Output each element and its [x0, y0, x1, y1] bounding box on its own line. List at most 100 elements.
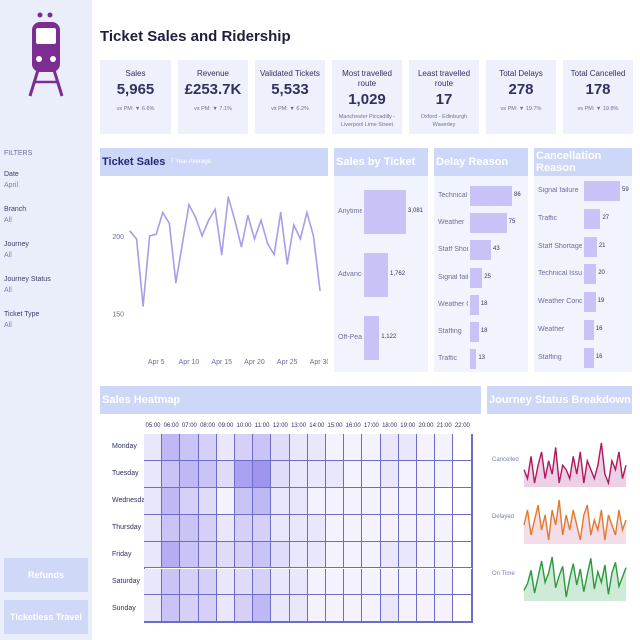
heatmap-cell	[453, 541, 472, 569]
kpi-validated-change: vs PM: ▼ 6.2%	[271, 106, 309, 112]
heatmap-cell	[326, 595, 345, 623]
heatmap-cell	[380, 595, 399, 623]
heatmap-cell	[417, 541, 436, 569]
heatmap-cell	[235, 487, 254, 515]
bar-label: Signal failu..	[438, 273, 468, 281]
heatmap-cell	[435, 595, 454, 623]
sales-point	[312, 235, 315, 237]
x-tick-label: Apr 10	[179, 359, 200, 366]
kpi-least-label: Least travelled route	[417, 69, 471, 88]
sales-point	[214, 208, 216, 211]
bar-value: 1,122	[381, 334, 397, 340]
heatmap-cell	[435, 541, 454, 569]
page-title: Ticket Sales and Ridership	[100, 28, 291, 45]
heatmap-cell	[453, 434, 472, 461]
heatmap-cell	[216, 434, 235, 461]
bar	[470, 322, 479, 342]
heatmap-cell	[289, 434, 308, 461]
kpi-cancelled-label: Total Cancelled	[570, 69, 626, 78]
heatmap-cell	[144, 568, 163, 596]
bar	[470, 186, 512, 206]
kpi-total-cancelled: Total Cancelled 178 vs PM: ▼ 19.8%	[563, 60, 633, 134]
bar	[584, 208, 601, 229]
kpi-most-travelled: Most travelled route 1,029 Manchester Pi…	[332, 60, 402, 134]
sales-by-ticket-panel: Sales by Ticket Anytime 3,081 Advanced 1,76…	[334, 148, 428, 372]
sales-point	[188, 203, 190, 206]
sales-point	[227, 196, 230, 198]
sales-point	[292, 224, 295, 226]
heatmap-hour-label: 08:00	[200, 423, 216, 429]
filter-date[interactable]: Date April	[4, 171, 88, 189]
x-tick-label: Apr 30	[310, 359, 328, 366]
heatmap-cell	[180, 568, 199, 596]
heatmap-cell	[344, 434, 363, 461]
sales-point	[155, 233, 158, 236]
filter-journey-value[interactable]: All	[4, 252, 88, 259]
bar-label: Weather	[438, 219, 465, 227]
sales-point	[234, 219, 236, 222]
bar	[470, 267, 483, 288]
bar-label: Traffic	[538, 214, 558, 222]
heatmap-cell	[307, 595, 326, 623]
heatmap-cell	[326, 487, 345, 515]
filter-date-label: Date	[4, 171, 19, 178]
journey-status-label: Delayed	[492, 514, 515, 520]
heatmap-hour-label: 19:00	[400, 423, 416, 429]
train-icon	[28, 12, 64, 97]
heatmap-cell	[380, 568, 399, 596]
cancellation-reason-panel: Cancellation Reason Signal failure 59 Traf…	[534, 148, 632, 372]
sales-point	[306, 211, 308, 214]
heatmap-cell	[216, 460, 235, 488]
filter-journey-status-label: Journey Status	[4, 276, 51, 283]
kpi-most-value: 1,029	[348, 91, 386, 108]
bar-label: Technical Issue	[538, 270, 582, 278]
filter-journey-status-value[interactable]: All	[4, 287, 88, 294]
filter-ticket-type[interactable]: Ticket Type All	[4, 311, 88, 329]
bar	[584, 181, 620, 201]
heatmap-cell	[180, 487, 199, 515]
sales-point	[247, 214, 249, 217]
filter-branch-value[interactable]: All	[4, 217, 88, 224]
kpi-total-delays: Total Delays 278 vs PM: ▼ 19.7%	[486, 60, 556, 134]
heatmap-cell	[253, 460, 272, 488]
bar-label: Advanced	[338, 271, 362, 278]
sales-point	[129, 230, 131, 232]
bar-value: 59	[622, 187, 629, 193]
bar	[584, 320, 594, 340]
filter-ticket-type-label: Ticket Type	[4, 311, 40, 318]
sales-point	[319, 289, 321, 292]
heatmap-cell	[435, 460, 454, 488]
heatmap-cell	[162, 434, 181, 461]
bar	[470, 213, 507, 234]
heatmap-cell	[453, 487, 472, 515]
sales-point	[142, 305, 144, 307]
sales-point	[299, 238, 302, 240]
filter-date-value[interactable]: April	[4, 182, 88, 189]
filter-journey-status[interactable]: Journey Status All	[4, 276, 88, 294]
heatmap-cell	[398, 595, 417, 623]
refunds-button[interactable]: Refunds	[4, 558, 88, 592]
kpi-revenue-change: vs PM: ▼ 7.1%	[194, 106, 232, 112]
sales-point	[260, 219, 262, 222]
heatmap-hour-label: 09:00	[218, 423, 234, 429]
bar-label: Weather C..	[438, 300, 468, 308]
heatmap-cell	[380, 434, 399, 461]
kpi-sales: Sales 5,965 vs PM: ▼ 6.6%	[100, 60, 171, 134]
heatmap-day-label: Sunday	[112, 604, 136, 612]
heatmap-cell	[326, 568, 345, 596]
bar	[584, 236, 597, 257]
heatmap-cell	[198, 568, 217, 596]
heatmap-hour-label: 13:00	[291, 423, 307, 429]
heatmap-cell	[362, 541, 381, 569]
filter-ticket-type-value[interactable]: All	[4, 322, 88, 329]
heatmap-cell	[289, 487, 308, 515]
filter-branch[interactable]: Branch All	[4, 206, 88, 224]
ticketless-travel-button[interactable]: Ticketless Travel	[4, 600, 88, 634]
sales-point	[175, 281, 177, 284]
filter-journey[interactable]: Journey All	[4, 241, 88, 259]
bar-label: Anytime	[338, 208, 362, 215]
heatmap-cell	[253, 595, 272, 623]
heatmap-cell	[198, 541, 217, 569]
sales-point	[286, 263, 289, 265]
heatmap-cell	[307, 541, 326, 569]
